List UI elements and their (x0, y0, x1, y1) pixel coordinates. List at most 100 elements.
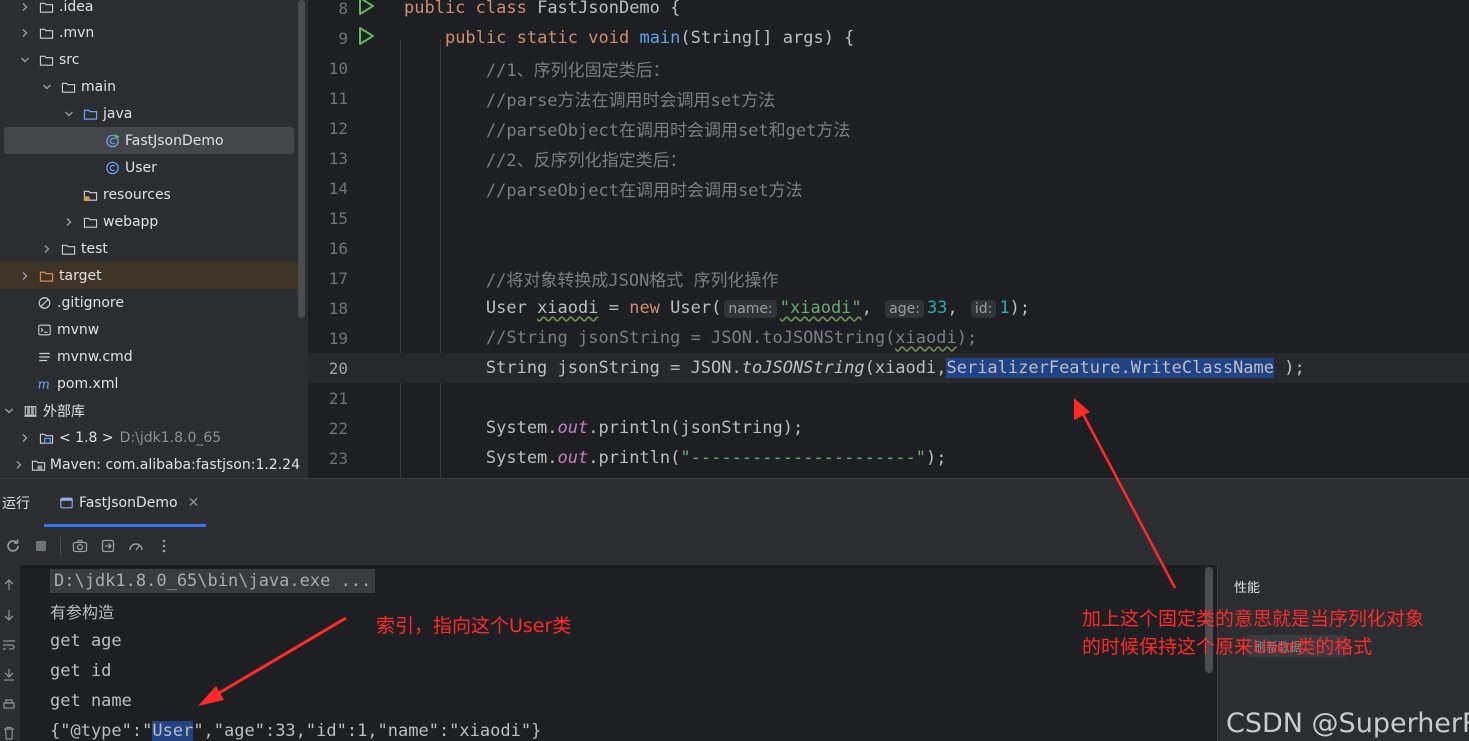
chevron-down-icon[interactable] (18, 53, 32, 67)
tree-item-user[interactable]: User (0, 154, 300, 181)
code-line[interactable]: 19 //String jsonString = JSON.toJSONStri… (308, 323, 1469, 353)
chevron-right-icon[interactable] (18, 26, 32, 40)
run-gutter-icon[interactable] (358, 27, 374, 49)
code-line[interactable]: 18 User xiaodi = new User(name: "xiaodi",… (308, 293, 1469, 323)
run-tab-fastjsondemo[interactable]: FastJsonDemo ✕ (44, 479, 206, 527)
scroll-up-icon[interactable] (2, 577, 18, 593)
tree-item-resources[interactable]: resources (0, 181, 300, 208)
chevron-right-icon[interactable] (14, 458, 25, 472)
tree-item-mvnw[interactable]: mvnw (0, 316, 300, 343)
tree-item-gitignore[interactable]: .gitignore (0, 289, 300, 316)
chevron-down-icon[interactable] (40, 80, 54, 94)
console-output[interactable]: D:\jdk1.8.0_65\bin\java.exe ... 有参构造 get… (22, 565, 1202, 741)
code-token: 1 (999, 298, 1010, 318)
code-line[interactable]: 12 //parseObject在调用时会调用set和get方法 (308, 113, 1469, 143)
tree-item-src[interactable]: src (0, 46, 300, 73)
restore-layout-icon[interactable] (99, 537, 117, 555)
code-line[interactable]: 16 (308, 233, 1469, 263)
print-icon[interactable] (2, 697, 18, 713)
tree-item-label: mvnw (57, 321, 100, 338)
code-token: out (557, 418, 589, 438)
tree-item-main[interactable]: main (0, 73, 300, 100)
parameter-hint: age: (885, 300, 924, 318)
tree-scrollbar[interactable] (298, 0, 305, 318)
folder-icon (38, 52, 55, 67)
code-line[interactable]: 13 //2、反序列化指定类后： (308, 143, 1469, 173)
code-line[interactable]: 23 System.out.println("-----------------… (308, 443, 1469, 473)
tree-item-[interactable]: 外部库 (0, 397, 300, 424)
tree-item-label: java (103, 105, 133, 122)
tree-item-label: User (125, 159, 157, 176)
tree-item-label: main (81, 78, 116, 95)
tree-item-maven-com-alibaba-fastjson-1-2-24[interactable]: Maven: com.alibaba:fastjson:1.2.24 (0, 451, 300, 478)
code-line[interactable]: 8 public class FastJsonDemo { (308, 0, 1469, 23)
code-token: xiaodi (537, 298, 599, 318)
tree-item-label: 外部库 (43, 403, 85, 420)
chevron-down-icon[interactable] (2, 404, 16, 418)
tree-item-mvn[interactable]: .mvn (0, 19, 300, 46)
tree-item-1-8[interactable]: < 1.8 > D:\jdk1.8.0_65 (0, 424, 300, 451)
chevron-right-icon[interactable] (40, 242, 54, 256)
run-gutter-icon[interactable] (358, 0, 374, 19)
folder-icon (60, 241, 77, 256)
chevron-right-icon[interactable] (18, 269, 32, 283)
tree-item-java[interactable]: java (0, 100, 300, 127)
tree-item-idea[interactable]: .idea (0, 0, 300, 20)
profiler-icon[interactable] (127, 537, 145, 555)
chevron-down-icon[interactable] (62, 107, 76, 121)
tree-item-label: .gitignore (57, 294, 124, 311)
chevron-right-icon[interactable] (18, 0, 32, 14)
close-icon[interactable]: ✕ (188, 495, 200, 511)
excluded-folder-icon (38, 268, 55, 283)
tree-item-test[interactable]: test (0, 235, 300, 262)
code-editor[interactable]: 8 public class FastJsonDemo {9 public sta… (308, 0, 1469, 478)
code-token: new (629, 298, 671, 318)
code-token: ); (926, 448, 947, 468)
chevron-right-icon[interactable] (18, 431, 32, 445)
code-text: //1、序列化固定类后： (404, 56, 670, 81)
line-number: 21 (328, 388, 348, 408)
scroll-down-icon[interactable] (2, 607, 18, 623)
code-token: "xiaodi" (779, 298, 862, 318)
tree-item-webapp[interactable]: webapp (0, 208, 300, 235)
code-line[interactable]: 15 (308, 203, 1469, 233)
tree-item-fastjsondemo[interactable]: FastJsonDemo (4, 127, 294, 154)
gutter (348, 0, 404, 19)
code-line[interactable]: 20 String jsonString = JSON.toJSONString… (308, 353, 1469, 383)
chevron-right-icon[interactable] (62, 215, 76, 229)
camera-icon[interactable] (71, 537, 89, 555)
code-line[interactable]: 21 (308, 383, 1469, 413)
code-line[interactable]: 14 //parseObject在调用时会调用set方法 (308, 173, 1469, 203)
code-line[interactable]: 9 public static void main(String[] args)… (308, 23, 1469, 53)
line-number: 9 (338, 28, 348, 48)
line-number: 15 (328, 208, 348, 228)
code-token: , (861, 298, 883, 318)
library-icon (22, 403, 39, 418)
toolbar-divider (60, 537, 61, 555)
tree-item-label: .idea (59, 0, 94, 15)
scroll-to-end-icon[interactable] (2, 667, 18, 683)
svg-text:m: m (38, 377, 50, 391)
code-text: public static void main(String[] args) { (404, 28, 854, 48)
trash-icon[interactable] (2, 725, 18, 741)
code-token: (String[] args) { (680, 28, 855, 48)
code-line[interactable]: 17 //将对象转换成JSON格式 序列化操作 (308, 263, 1469, 293)
folder-icon (82, 214, 99, 229)
console-line: 有参构造 (50, 596, 114, 626)
more-options-icon[interactable] (155, 537, 173, 555)
code-line[interactable]: 22 System.out.println(jsonString); (308, 413, 1469, 443)
code-line[interactable]: 10 //1、序列化固定类后： (308, 53, 1469, 83)
stop-icon[interactable] (32, 537, 50, 555)
console-command[interactable]: D:\jdk1.8.0_65\bin\java.exe ... (50, 569, 376, 593)
tree-item-pom-xml[interactable]: m pom.xml (0, 370, 300, 397)
tree-item-target[interactable]: target (0, 262, 300, 289)
tree-item-mvnw-cmd[interactable]: mvnw.cmd (0, 343, 300, 370)
console-line: get name (50, 686, 132, 716)
soft-wrap-icon[interactable] (2, 637, 18, 653)
code-token: WriteClassName (1130, 358, 1275, 378)
rerun-icon[interactable] (4, 537, 22, 555)
run-toolbar (0, 527, 1469, 565)
code-line[interactable]: 11 //parse方法在调用时会调用set方法 (308, 83, 1469, 113)
